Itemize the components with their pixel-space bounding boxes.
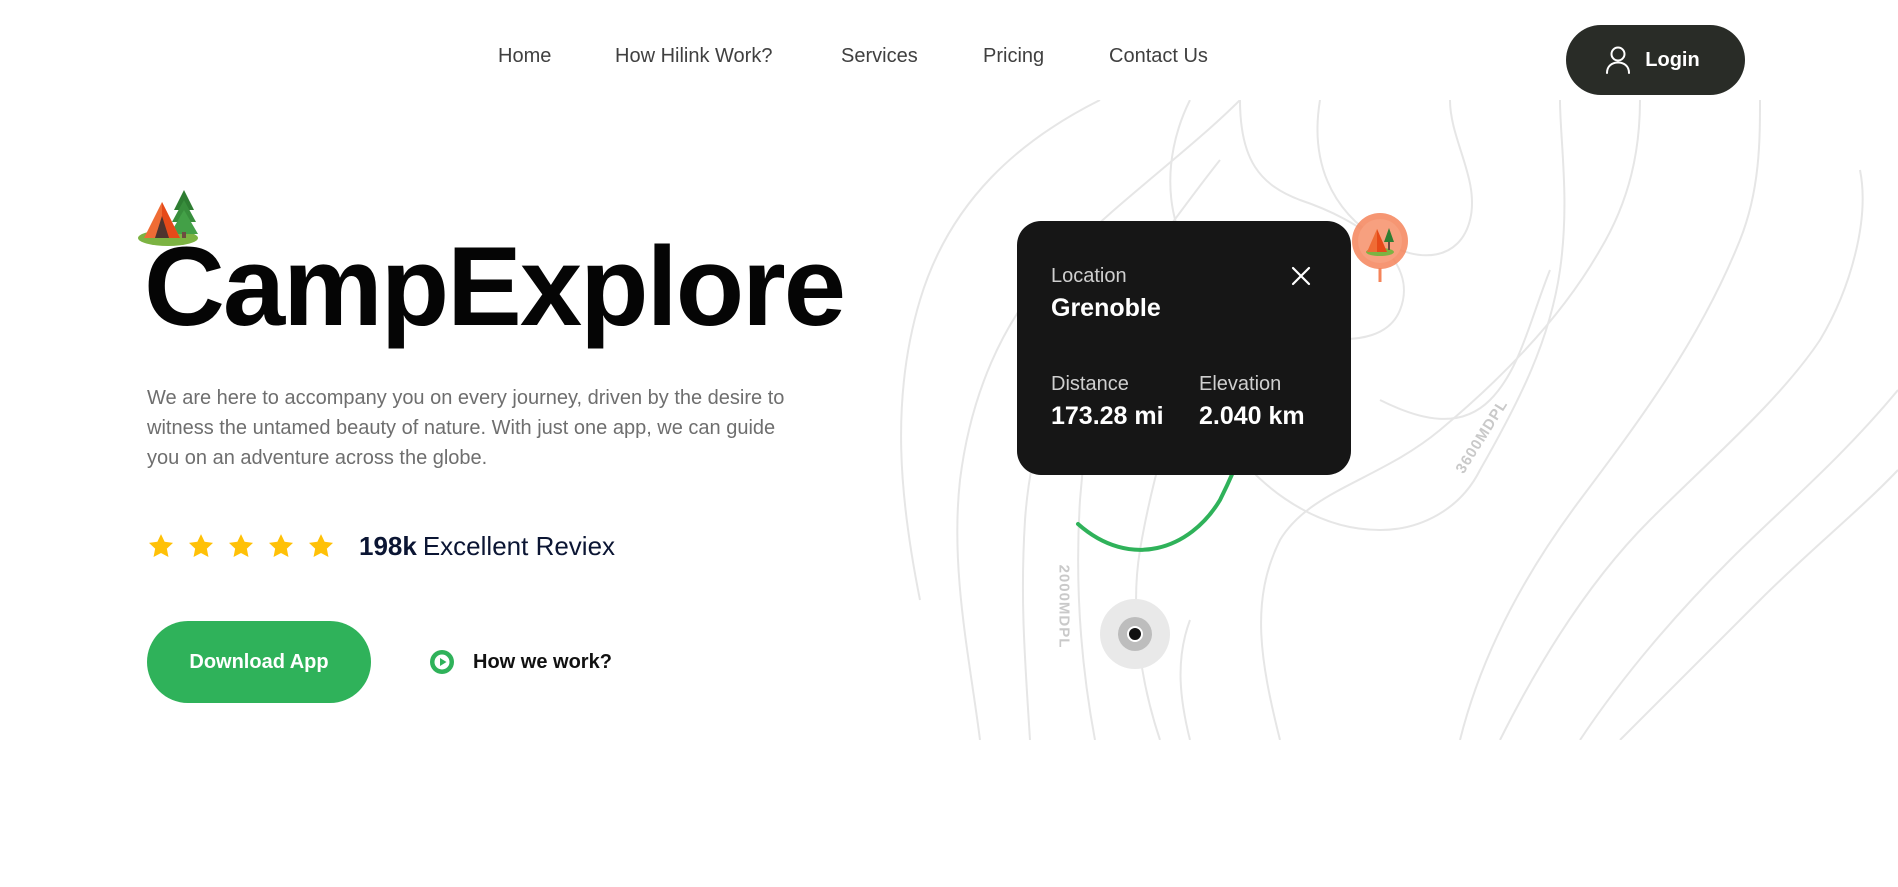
play-icon (430, 650, 454, 674)
route-start-marker[interactable] (1099, 598, 1171, 670)
brand-title: CampExplore (144, 224, 846, 349)
star-icon (268, 534, 294, 557)
destination-pin-marker[interactable] (1351, 212, 1409, 284)
altitude-label-2000: 2000MDPL (1055, 564, 1073, 649)
location-label: Location (1051, 265, 1127, 287)
star-icon (188, 534, 214, 557)
star-icon (308, 534, 334, 557)
how-we-work-label: How we work? (473, 650, 612, 673)
user-icon (1606, 46, 1631, 74)
topographic-map (900, 100, 1898, 740)
star-icon (228, 534, 254, 557)
star-icon (148, 534, 174, 557)
nav-link-contact-us[interactable]: Contact Us (1109, 42, 1208, 70)
nav-link-services[interactable]: Services (841, 42, 918, 70)
rating-count: 198k (359, 530, 417, 561)
rating-stars (147, 532, 335, 560)
elevation-value: 2.040 km (1199, 402, 1305, 430)
rating-text: Excellent Reviex (422, 530, 616, 561)
download-app-button[interactable]: Download App (147, 621, 371, 703)
distance-value: 173.28 mi (1051, 402, 1164, 430)
nav-link-pricing[interactable]: Pricing (983, 42, 1044, 70)
hero-description: We are here to accompany you on every jo… (147, 387, 785, 469)
how-we-work-button[interactable]: How we work? (429, 648, 612, 676)
location-value: Grenoble (1051, 294, 1161, 322)
distance-label: Distance (1051, 373, 1129, 395)
location-card: Location Grenoble Distance 173.28 mi Ele… (1017, 221, 1351, 475)
elevation-label: Elevation (1199, 373, 1282, 395)
rating-row: 198k Excellent Reviex (147, 528, 615, 564)
close-button[interactable] (1287, 262, 1315, 290)
close-icon (1291, 266, 1311, 286)
nav-link-how-hilink-work[interactable]: How Hilink Work? (615, 42, 772, 70)
login-label: Login (1645, 48, 1700, 71)
login-button[interactable]: Login (1566, 25, 1745, 95)
nav-link-home[interactable]: Home (498, 42, 551, 70)
